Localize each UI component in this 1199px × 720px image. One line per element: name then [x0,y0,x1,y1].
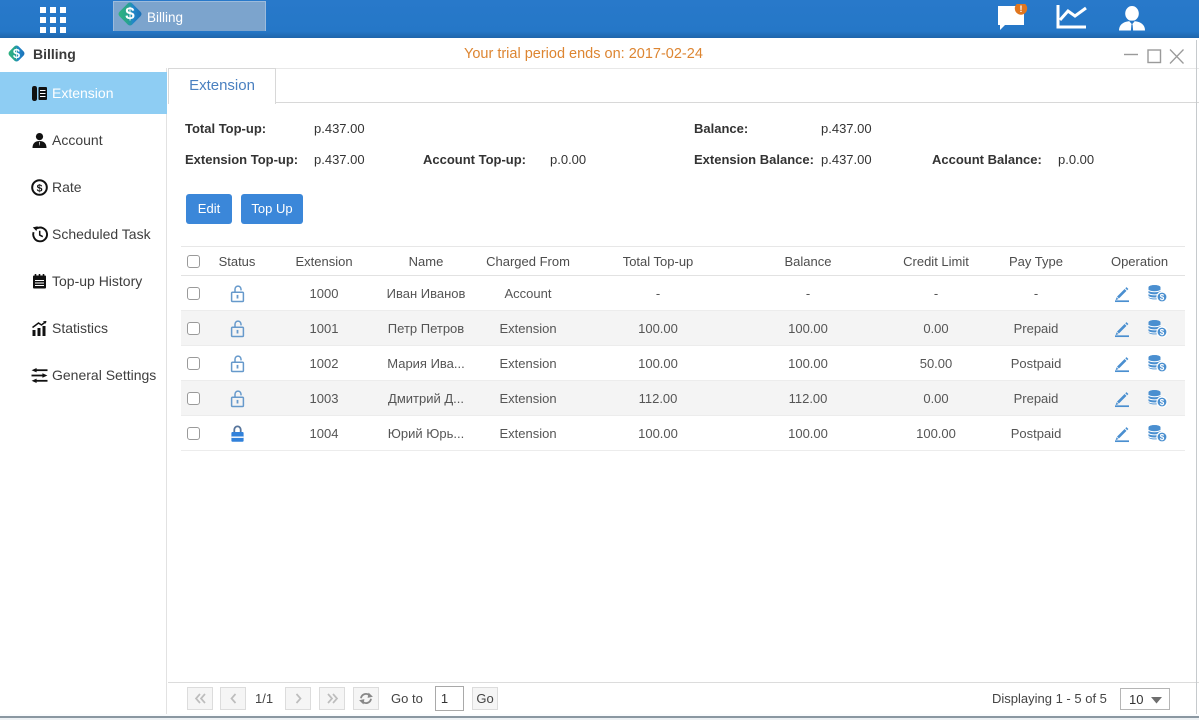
svg-text:$: $ [1159,398,1164,407]
svg-text:$: $ [1159,363,1164,372]
svg-text:$: $ [1159,433,1164,442]
svg-text:$: $ [1159,328,1164,337]
svg-text:!: ! [1020,4,1023,14]
svg-text:$: $ [1159,293,1164,302]
svg-text:$: $ [37,182,43,194]
